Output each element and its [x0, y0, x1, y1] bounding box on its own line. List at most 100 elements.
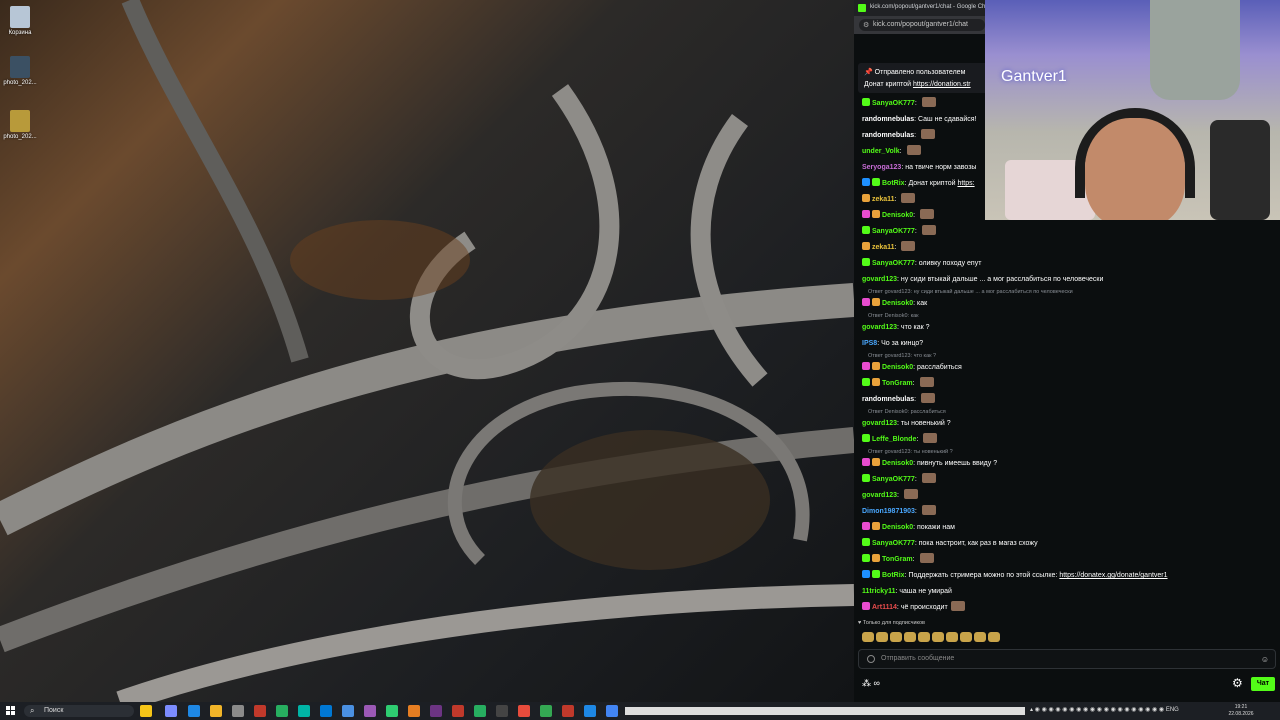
separator: : [894, 244, 899, 251]
chat-settings-gear-icon[interactable]: ⚙ [1232, 676, 1243, 690]
chat-username[interactable]: IPS8 [862, 340, 877, 347]
chat-username[interactable]: Dimon19871903 [862, 508, 915, 515]
chat-username[interactable]: Denisok0 [882, 364, 913, 371]
taskbar-search[interactable]: ⌕ Поиск [24, 705, 134, 717]
chat-message[interactable]: randomnebulas: [862, 392, 1278, 408]
reply-text: Ответ govard123: что как ? [868, 353, 937, 359]
channel-points[interactable]: ⁂ ∞ [862, 678, 880, 689]
chat-message[interactable]: govard123: [862, 488, 1278, 504]
chat-username[interactable]: govard123 [862, 420, 897, 427]
app-icon[interactable] [496, 705, 508, 717]
emoji-picker-icon[interactable]: ☺ [1261, 655, 1269, 664]
pinned-link[interactable]: https://donation.str [913, 81, 971, 88]
chat-username[interactable]: zeka11 [872, 196, 895, 203]
chat-message-input[interactable]: Отправить сообщение ☺ [858, 649, 1276, 669]
calculator-icon[interactable] [342, 705, 354, 717]
chat-username[interactable]: Art1114 [872, 604, 897, 611]
pinned-message[interactable]: 📌 Отправлено пользователем Донат криптой… [858, 63, 998, 93]
chat-username[interactable]: BotRix [882, 572, 905, 579]
app-icon[interactable] [408, 705, 420, 717]
desktop-icon-recycle-bin[interactable]: Корзина [0, 6, 40, 36]
chat-username[interactable]: govard123 [862, 276, 897, 283]
chat-message[interactable]: Denisok0: расслабиться [862, 360, 1278, 376]
chrome-icon[interactable] [474, 705, 486, 717]
chat-username[interactable]: randomnebulas [862, 396, 914, 403]
chat-message[interactable]: SanyaOK777: пока настроит, как раз в маг… [862, 536, 1278, 552]
app-icon[interactable] [518, 705, 530, 717]
chat-message[interactable]: zeka11: [862, 240, 1278, 256]
chat-message[interactable]: Denisok0: покажи нам [862, 520, 1278, 536]
site-settings-icon[interactable]: ⚙ [863, 21, 869, 29]
taskbar-window-preview[interactable] [625, 707, 1025, 715]
chat-username[interactable]: Seryoga123 [862, 164, 901, 171]
chat-username[interactable]: SanyaOK777 [872, 228, 915, 235]
taskbar-clock[interactable]: 19:21 22.08.2026 [1226, 704, 1256, 718]
chat-message[interactable]: Art1114: чё происходит [862, 600, 1278, 616]
chat-username[interactable]: Denisok0 [882, 460, 913, 467]
app-icon[interactable] [364, 705, 376, 717]
chat-message[interactable]: Leffe_Blonde: [862, 432, 1278, 448]
chat-username[interactable]: under_Volk [862, 148, 900, 155]
chat-message[interactable]: Dimon19871903: [862, 504, 1278, 520]
chat-link[interactable]: https: [957, 180, 974, 187]
app-icon[interactable] [232, 705, 244, 717]
desktop-icon-photo[interactable]: photo_202... [0, 56, 40, 86]
chat-message-text: что как ? [900, 324, 930, 331]
emote-row[interactable] [862, 632, 1002, 644]
pycharm-icon[interactable] [276, 705, 288, 717]
chat-message[interactable]: IPS8: Чо за кинцо? [862, 336, 1278, 352]
chat-username[interactable]: govard123 [862, 492, 897, 499]
chat-username[interactable]: 11tricky11 [862, 588, 895, 595]
chat-message[interactable]: Denisok0: как [862, 296, 1278, 312]
chat-message[interactable]: Denisok0: пивнуть имеешь ввиду ? [862, 456, 1278, 472]
app-icon[interactable] [584, 705, 596, 717]
chat-message[interactable]: TonGram: [862, 552, 1278, 568]
chat-username[interactable]: SanyaOK777 [872, 100, 915, 107]
app-icon[interactable] [386, 705, 398, 717]
chat-message[interactable]: govard123: ты новенький ? [862, 416, 1278, 432]
edge-icon[interactable] [320, 705, 332, 717]
chat-username[interactable]: Leffe_Blonde [872, 436, 916, 443]
chat-username[interactable]: SanyaOK777 [872, 260, 915, 267]
chat-username[interactable]: randomnebulas [862, 132, 914, 139]
chat-message[interactable]: SanyaOK777: [862, 224, 1278, 240]
chrome-icon[interactable] [606, 705, 618, 717]
chat-message[interactable]: govard123: ну сиди втыкай дальше ... а м… [862, 272, 1278, 288]
chat-username[interactable]: Denisok0 [882, 212, 913, 219]
chat-username[interactable]: zeka11 [872, 244, 895, 251]
chat-username[interactable]: SanyaOK777 [872, 476, 915, 483]
chat-username[interactable]: SanyaOK777 [872, 540, 915, 547]
chat-message[interactable]: 11tricky11: чаша не умирай [862, 584, 1278, 600]
send-chat-button[interactable]: Чат [1251, 677, 1275, 691]
app-64-icon[interactable] [254, 705, 266, 717]
chrome-icon[interactable] [540, 705, 552, 717]
chat-username[interactable]: BotRix [882, 180, 905, 187]
mod-badge-icon [862, 538, 870, 546]
chat-username[interactable]: TonGram [882, 380, 913, 387]
chat-message[interactable]: SanyaOK777: оливку походу епут [862, 256, 1278, 272]
chat-message[interactable]: SanyaOK777: [862, 472, 1278, 488]
chat-username[interactable]: govard123 [862, 324, 897, 331]
obs-icon[interactable] [430, 705, 442, 717]
chat-username[interactable]: randomnebulas [862, 116, 914, 123]
chat-message[interactable]: BotRix: Поддержать стримера можно по это… [862, 568, 1278, 584]
file-explorer-icon[interactable] [210, 705, 222, 717]
app-icon[interactable] [562, 705, 574, 717]
edge-icon[interactable] [188, 705, 200, 717]
app-icon[interactable] [452, 705, 464, 717]
start-menu-windows-icon[interactable] [6, 706, 16, 716]
widgets-icon[interactable] [140, 705, 152, 717]
app-icon[interactable] [298, 705, 310, 717]
chat-message[interactable]: govard123: что как ? [862, 320, 1278, 336]
url-field[interactable]: ⚙ kick.com/popout/gantver1/chat [859, 19, 985, 31]
desktop-icon-photo[interactable]: photo_202... [0, 110, 40, 140]
language-indicator[interactable]: ENG [1166, 707, 1179, 713]
chat-message[interactable]: TonGram: [862, 376, 1278, 392]
chat-username[interactable]: Denisok0 [882, 300, 913, 307]
copilot-icon[interactable] [165, 705, 177, 717]
separator: : [914, 132, 919, 139]
chat-username[interactable]: TonGram [882, 556, 913, 563]
chat-username[interactable]: Denisok0 [882, 524, 913, 531]
system-tray[interactable]: ▴ ◉ ◉ ◉ ◉ ◉ ◉ ◉ ◉ ◉ ◉ ◉ ◉ ◉ ◉ ◉ ◉ ◉ ◉ ◉ … [1030, 706, 1179, 713]
chat-link[interactable]: https://donatex.gg/donate/gantver1 [1059, 572, 1167, 579]
